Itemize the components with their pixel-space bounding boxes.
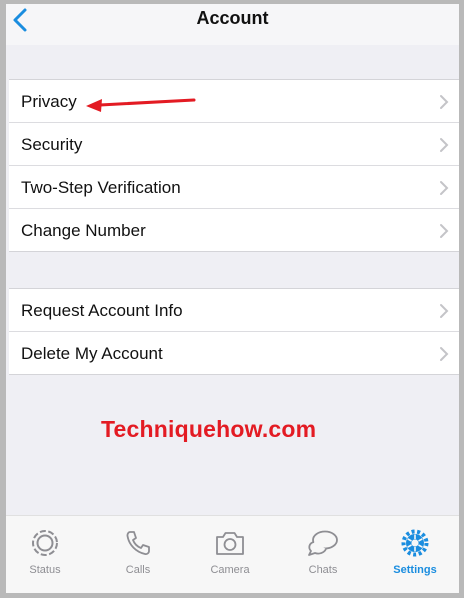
tab-calls[interactable]: Calls (103, 528, 173, 576)
change-number-label: Change Number (21, 221, 146, 240)
navigation-bar: Account (6, 4, 459, 45)
tab-chats-label: Chats (308, 564, 338, 576)
account-actions-group: Request Account Info Delete My Account (9, 288, 459, 375)
chevron-right-icon (440, 181, 449, 195)
request-account-info-label: Request Account Info (21, 301, 183, 320)
tab-camera[interactable]: Camera (195, 528, 265, 576)
page-title: Account (196, 8, 269, 28)
tab-settings-label: Settings (393, 564, 437, 576)
security-row[interactable]: Security (9, 122, 459, 165)
chevron-right-icon (440, 347, 449, 361)
phone-icon (126, 531, 150, 555)
tab-calls-label: Calls (125, 564, 151, 576)
status-icon (32, 530, 58, 556)
gear-icon (401, 529, 429, 557)
chevron-right-icon (440, 138, 449, 152)
tab-bar: Status Calls Camera Chats Settings (6, 515, 459, 593)
two-step-verification-label: Two-Step Verification (21, 178, 181, 197)
account-settings-group: Privacy Security Two-Step Verification C… (9, 79, 459, 252)
chevron-right-icon (440, 304, 449, 318)
tab-camera-label: Camera (210, 564, 250, 576)
delete-my-account-label: Delete My Account (21, 344, 163, 363)
two-step-verification-row[interactable]: Two-Step Verification (9, 165, 459, 208)
privacy-row[interactable]: Privacy (9, 80, 459, 122)
annotation-arrow (86, 98, 196, 112)
change-number-row[interactable]: Change Number (9, 208, 459, 251)
watermark-text: Techniquehow.com (101, 416, 317, 442)
request-account-info-row[interactable]: Request Account Info (9, 289, 459, 331)
security-label: Security (21, 135, 83, 154)
chevron-right-icon (440, 95, 449, 109)
privacy-label: Privacy (21, 92, 77, 111)
account-screen: Account Privacy Security Two-Step Verifi… (6, 4, 459, 593)
chat-bubbles-icon (308, 530, 338, 556)
camera-icon (216, 532, 244, 555)
delete-my-account-row[interactable]: Delete My Account (9, 331, 459, 374)
tab-settings[interactable]: Settings (380, 528, 450, 576)
tab-chats[interactable]: Chats (288, 528, 358, 576)
tab-status[interactable]: Status (10, 528, 80, 576)
chevron-right-icon (440, 224, 449, 238)
tab-status-label: Status (29, 564, 61, 576)
